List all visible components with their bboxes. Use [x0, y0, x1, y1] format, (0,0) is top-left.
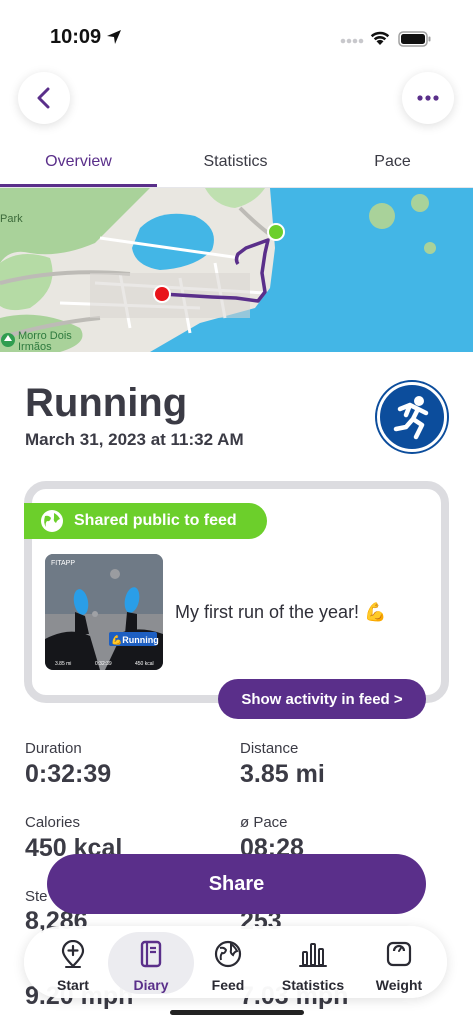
thumb-stat-distance: 3.85 mi: [55, 661, 71, 667]
diary-book-icon: [140, 940, 162, 968]
back-button[interactable]: [18, 72, 70, 124]
start-marker: [267, 223, 285, 241]
distance-label: Distance: [240, 740, 299, 757]
running-sport-icon: [377, 382, 447, 452]
nav-start[interactable]: Start: [28, 939, 118, 993]
thumb-stat-calories: 450 kcal: [135, 661, 154, 667]
activity-date: March 31, 2023 at 11:32 AM: [25, 430, 244, 449]
nav-statistics-label: Statistics: [281, 977, 345, 993]
chevron-left-icon: [37, 87, 50, 109]
nav-feed[interactable]: Feed: [183, 940, 273, 993]
duration-label: Duration: [25, 740, 82, 757]
more-options-button[interactable]: [402, 72, 454, 124]
location-pin-plus-icon: [61, 939, 85, 968]
more-dots-icon: [417, 95, 439, 101]
status-time: 10:09: [50, 26, 102, 48]
map-label-irmaos: Irmãos: [18, 341, 52, 352]
steps-label: Ste: [25, 888, 48, 905]
home-indicator: [170, 1010, 304, 1015]
active-tab-indicator: [0, 184, 157, 187]
nav-feed-label: Feed: [211, 977, 245, 993]
pace-label: ø Pace: [240, 814, 288, 831]
cellular-signal-icon: [340, 38, 364, 44]
end-marker: [153, 285, 171, 303]
share-button[interactable]: Share: [47, 854, 426, 914]
show-in-feed-button[interactable]: Show activity in feed >: [218, 679, 426, 719]
shared-public-badge: Shared public to feed: [24, 503, 267, 539]
nav-weight-label: Weight: [375, 977, 423, 993]
bar-chart-icon: [299, 943, 327, 967]
duration-value: 0:32:39: [25, 760, 112, 788]
tab-statistics[interactable]: Statistics: [157, 153, 314, 171]
tab-bar: Overview Statistics Pace: [0, 140, 473, 188]
nav-weight[interactable]: Weight: [354, 940, 444, 993]
calories-label: Calories: [25, 814, 81, 831]
nav-statistics[interactable]: Statistics: [268, 940, 358, 993]
scale-icon: [386, 941, 412, 967]
route-map[interactable]: Park Morro Dois Irmãos: [0, 188, 473, 352]
activity-photo-thumbnail[interactable]: FITAPP 💪Running 3.85 mi 0:32:39 450 kcal: [45, 554, 163, 670]
location-arrow-icon: [107, 30, 121, 44]
thumb-stat-duration: 0:32:39: [95, 661, 112, 667]
globe-icon: [214, 940, 242, 968]
thumb-tag: 💪Running: [111, 634, 159, 645]
tab-overview[interactable]: Overview: [0, 153, 157, 171]
map-label-park: Park: [0, 213, 23, 225]
wifi-icon: [370, 31, 390, 45]
battery-icon: [398, 31, 431, 47]
post-caption: My first run of the year! 💪: [175, 602, 387, 622]
shared-badge-label: Shared public to feed: [74, 512, 237, 529]
distance-value: 3.85 mi: [240, 760, 325, 788]
thumb-brand: FITAPP: [51, 560, 75, 567]
status-bar: 10:09: [0, 0, 473, 70]
globe-icon: [41, 510, 63, 532]
activity-title: Running: [25, 381, 188, 425]
nav-start-label: Start: [57, 977, 89, 993]
map-canvas: Park Morro Dois Irmãos: [0, 188, 473, 352]
tab-pace[interactable]: Pace: [314, 153, 471, 171]
